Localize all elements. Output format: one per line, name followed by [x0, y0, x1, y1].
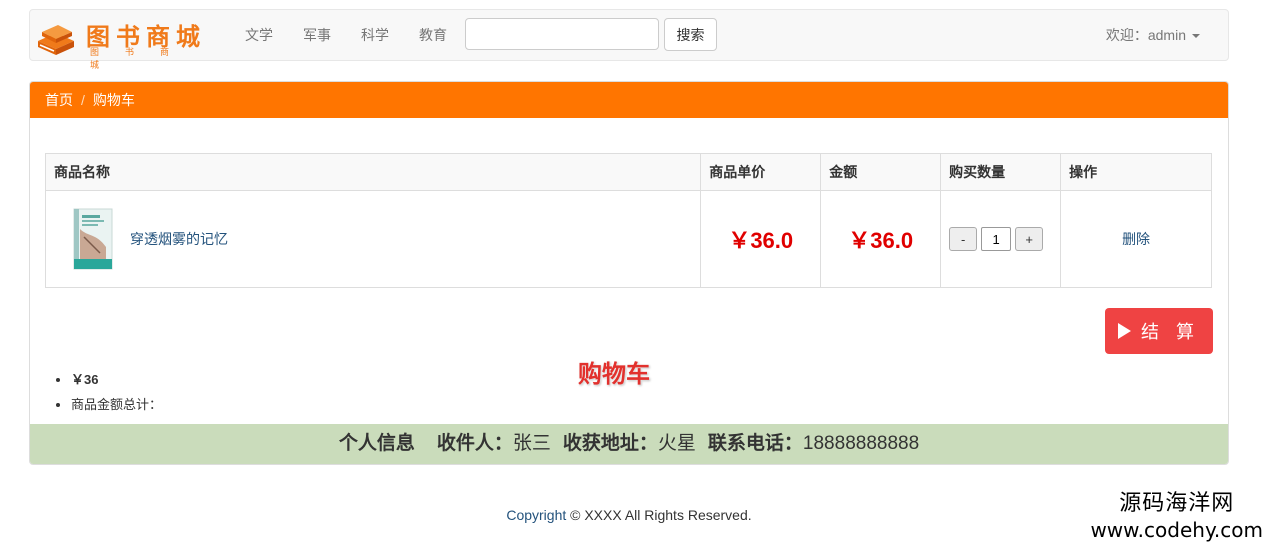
- breadcrumb-separator: /: [81, 92, 85, 108]
- breadcrumb: 首页 / 购物车: [30, 82, 1228, 118]
- summary-list: ￥36 商品金额总计：: [50, 367, 162, 417]
- search-input[interactable]: [465, 18, 659, 50]
- address-value: 火星: [657, 433, 696, 454]
- header-actions: 操作: [1060, 153, 1212, 191]
- user-dropdown[interactable]: 欢迎：admin: [1106, 10, 1200, 60]
- quantity-stepper: - +: [949, 227, 1052, 251]
- product-name-link[interactable]: 穿透烟雾的记忆: [130, 229, 228, 249]
- nav-link-education[interactable]: 教育: [404, 10, 462, 60]
- product-cell: 穿透烟雾的记忆: [44, 190, 702, 288]
- quantity-input[interactable]: [981, 227, 1012, 251]
- nav-link-military[interactable]: 军事: [288, 10, 346, 60]
- play-icon: [1117, 323, 1131, 339]
- checkout-label: 结 算: [1140, 322, 1200, 342]
- header-product-name: 商品名称: [44, 153, 702, 191]
- page-footer: Copyright © XXXX All Rights Reserved.: [0, 507, 1258, 523]
- cart-panel: 首页 / 购物车 商品名称 商品单价 金额 购买数量 操作 穿透烟雾的记忆 ￥3…: [29, 81, 1229, 465]
- copyright-link[interactable]: Copyright: [506, 507, 566, 523]
- total-amount-label: 商品金额总计：: [71, 392, 162, 417]
- book-cover-image[interactable]: [70, 207, 116, 271]
- recipient-label: 收件人：: [436, 433, 513, 454]
- table-header-row: 商品名称 商品单价 金额 购买数量 操作: [44, 153, 1212, 191]
- watermark: 源码海洋网 www.codehy.com: [1090, 490, 1263, 542]
- checkout-button[interactable]: 结 算: [1105, 308, 1213, 354]
- breadcrumb-home-link[interactable]: 首页: [45, 92, 73, 108]
- quantity-cell: - +: [940, 190, 1062, 288]
- logo-subtext: 图书商城: [90, 47, 196, 70]
- books-logo-icon: [38, 25, 74, 55]
- recipient-value: 张三: [512, 433, 551, 454]
- header-unit-price: 商品单价: [700, 153, 822, 191]
- phone-value: 18888888888: [802, 433, 920, 454]
- unit-price-cell: ￥36.0: [700, 190, 822, 288]
- delete-item-link[interactable]: 删除: [1069, 229, 1203, 249]
- action-cell: 删除: [1060, 190, 1212, 288]
- copyright-text: © XXXX All Rights Reserved.: [570, 507, 752, 523]
- breadcrumb-current: 购物车: [92, 92, 135, 108]
- shipping-info-bar: 个人信息 收件人：张三 收获地址：火星 联系电话：18888888888: [30, 424, 1228, 464]
- nav-link-literature[interactable]: 文学: [230, 10, 288, 60]
- header-amount: 金额: [820, 153, 942, 191]
- personal-info-label: 个人信息: [338, 433, 415, 454]
- user-welcome-label: 欢迎：admin: [1105, 27, 1186, 43]
- category-nav: 文学 军事 科学 教育: [230, 10, 462, 60]
- table-row: 穿透烟雾的记忆 ￥36.0 ￥36.0 - + 删除: [44, 190, 1212, 288]
- total-amount: ￥36: [71, 367, 162, 392]
- site-logo[interactable]: 图书商城 图书商城: [34, 13, 214, 70]
- address-label: 收获地址：: [562, 433, 658, 454]
- caret-down-icon: [1192, 34, 1200, 39]
- quantity-increase-button[interactable]: +: [1015, 227, 1044, 251]
- phone-label: 联系电话：: [707, 433, 803, 454]
- amount-cell: ￥36.0: [820, 190, 942, 288]
- nav-link-science[interactable]: 科学: [346, 10, 404, 60]
- top-navbar: 图书商城 图书商城 文学 军事 科学 教育 搜索 欢迎：admin: [29, 9, 1229, 70]
- cart-table: 商品名称 商品单价 金额 购买数量 操作 穿透烟雾的记忆 ￥36.0 ￥36.0…: [44, 153, 1212, 288]
- watermark-line1: 源码海洋网: [1119, 491, 1235, 516]
- header-quantity: 购买数量: [940, 153, 1062, 191]
- quantity-decrease-button[interactable]: -: [949, 227, 978, 251]
- search-button[interactable]: 搜索: [664, 18, 717, 51]
- cart-heading: 购物车: [578, 361, 650, 388]
- watermark-line2: www.codehy.com: [1090, 518, 1263, 542]
